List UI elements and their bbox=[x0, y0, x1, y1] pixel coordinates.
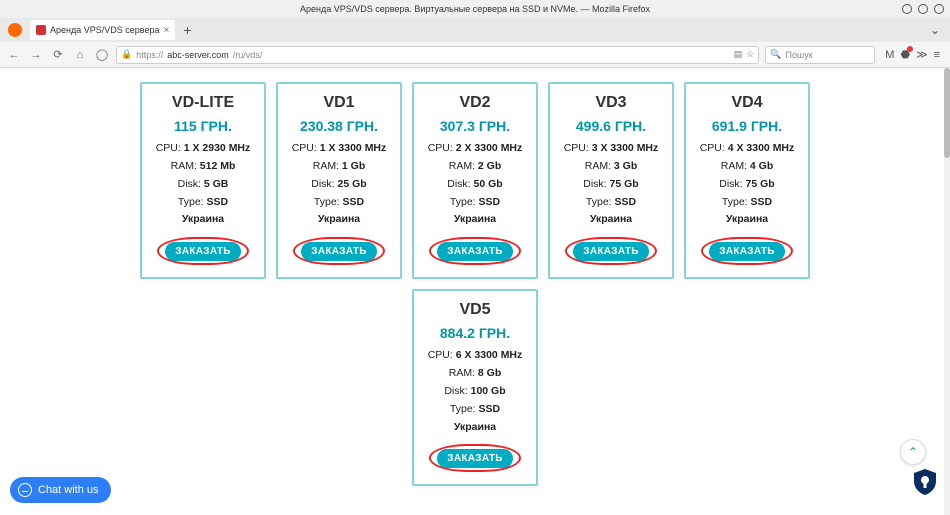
plan-name: VD2 bbox=[418, 94, 532, 112]
plan-price: 230.38 ГРН. bbox=[282, 118, 396, 134]
maximize-icon[interactable] bbox=[918, 4, 928, 14]
order-button[interactable]: ЗАКАЗАТЬ bbox=[437, 449, 513, 468]
plan-name: VD4 bbox=[690, 94, 804, 112]
extension-icon[interactable]: ⬣ bbox=[900, 48, 910, 61]
window-titlebar: Аренда VPS/VDS сервера. Виртуальные серв… bbox=[0, 0, 950, 18]
plan-card: VD5 884.2 ГРН. CPU: 6 X 3300 MHz RAM: 8 … bbox=[412, 289, 538, 486]
close-window-icon[interactable] bbox=[934, 4, 944, 14]
plan-card: VD-LITE 115 ГРН. CPU: 1 X 2930 MHz RAM: … bbox=[140, 82, 266, 279]
plan-specs: CPU: 1 X 2930 MHz RAM: 512 Mb Disk: 5 GB… bbox=[146, 140, 260, 229]
lock-icon: 🔒 bbox=[121, 49, 132, 60]
url-bar[interactable]: 🔒 https:// abc-server.com/ru/vds/ ▤ ☆ bbox=[116, 46, 759, 64]
order-highlight: ЗАКАЗАТЬ bbox=[157, 237, 249, 265]
search-bar[interactable]: 🔍 Пошук bbox=[765, 46, 875, 64]
tab-label: Аренда VPS/VDS сервера bbox=[50, 25, 159, 35]
plan-price: 499.6 ГРН. bbox=[554, 118, 668, 134]
scrollbar-thumb[interactable] bbox=[944, 68, 950, 158]
plan-card: VD4 691.9 ГРН. CPU: 4 X 3300 MHz RAM: 4 … bbox=[684, 82, 810, 279]
order-button[interactable]: ЗАКАЗАТЬ bbox=[437, 242, 513, 261]
reader-mode-icon[interactable]: ▤ bbox=[734, 49, 743, 60]
plan-card: VD1 230.38 ГРН. CPU: 1 X 3300 MHz RAM: 1… bbox=[276, 82, 402, 279]
order-highlight: ЗАКАЗАТЬ bbox=[429, 237, 521, 265]
chat-bubble-icon bbox=[18, 483, 32, 497]
window-title: Аренда VPS/VDS сервера. Виртуальные серв… bbox=[300, 4, 650, 14]
url-path: /ru/vds/ bbox=[233, 50, 263, 60]
plan-card: VD3 499.6 ГРН. CPU: 3 X 3300 MHz RAM: 3 … bbox=[548, 82, 674, 279]
plans-grid: VD-LITE 115 ГРН. CPU: 1 X 2930 MHz RAM: … bbox=[125, 82, 825, 486]
order-button[interactable]: ЗАКАЗАТЬ bbox=[709, 242, 785, 261]
bookmark-icon[interactable]: ☆ bbox=[746, 49, 754, 60]
search-icon: 🔍 bbox=[770, 49, 781, 60]
firefox-icon bbox=[8, 23, 22, 37]
tab-overflow-icon[interactable]: ⌄ bbox=[924, 23, 946, 37]
order-button[interactable]: ЗАКАЗАТЬ bbox=[165, 242, 241, 261]
notification-badge bbox=[907, 46, 913, 52]
plan-specs: CPU: 2 X 3300 MHz RAM: 2 Gb Disk: 50 Gb … bbox=[418, 140, 532, 229]
chat-label: Chat with us bbox=[38, 484, 99, 496]
plan-specs: CPU: 1 X 3300 MHz RAM: 1 Gb Disk: 25 Gb … bbox=[282, 140, 396, 229]
browser-tabbar: Аренда VPS/VDS сервера × + ⌄ bbox=[0, 18, 950, 42]
plan-name: VD1 bbox=[282, 94, 396, 112]
browser-navbar: ← → ⟳ ⌂ ◯ 🔒 https:// abc-server.com/ru/vd… bbox=[0, 42, 950, 68]
forward-button[interactable]: → bbox=[28, 47, 44, 63]
navbar-right-icons: M ⬣ ≫ ≡ bbox=[881, 48, 944, 61]
new-tab-button[interactable]: + bbox=[179, 22, 195, 38]
plan-specs: CPU: 3 X 3300 MHz RAM: 3 Gb Disk: 75 Gb … bbox=[554, 140, 668, 229]
menu-icon[interactable]: ≡ bbox=[934, 49, 940, 61]
order-highlight: ЗАКАЗАТЬ bbox=[293, 237, 385, 265]
search-placeholder: Пошук bbox=[786, 50, 813, 60]
security-shield-icon[interactable] bbox=[914, 469, 936, 501]
plan-name: VD-LITE bbox=[146, 94, 260, 112]
plan-card: VD2 307.3 ГРН. CPU: 2 X 3300 MHz RAM: 2 … bbox=[412, 82, 538, 279]
page-content: VD-LITE 115 ГРН. CPU: 1 X 2930 MHz RAM: … bbox=[0, 68, 950, 515]
plan-specs: CPU: 4 X 3300 MHz RAM: 4 Gb Disk: 75 Gb … bbox=[690, 140, 804, 229]
plan-price: 307.3 ГРН. bbox=[418, 118, 532, 134]
plan-name: VD5 bbox=[418, 301, 532, 319]
plan-price: 115 ГРН. bbox=[146, 118, 260, 134]
order-highlight: ЗАКАЗАТЬ bbox=[701, 237, 793, 265]
window-controls bbox=[902, 4, 944, 14]
minimize-icon[interactable] bbox=[902, 4, 912, 14]
order-highlight: ЗАКАЗАТЬ bbox=[565, 237, 657, 265]
tab-close-icon[interactable]: × bbox=[163, 25, 169, 36]
scroll-to-top-button[interactable]: ⌃ bbox=[900, 439, 926, 465]
browser-tab[interactable]: Аренда VPS/VDS сервера × bbox=[30, 20, 175, 40]
order-button[interactable]: ЗАКАЗАТЬ bbox=[573, 242, 649, 261]
plan-price: 884.2 ГРН. bbox=[418, 325, 532, 341]
url-prefix: https:// bbox=[136, 50, 163, 60]
order-button[interactable]: ЗАКАЗАТЬ bbox=[301, 242, 377, 261]
chat-widget-button[interactable]: Chat with us bbox=[10, 477, 111, 503]
url-host: abc-server.com bbox=[167, 50, 229, 60]
plan-price: 691.9 ГРН. bbox=[690, 118, 804, 134]
gmail-icon[interactable]: M bbox=[885, 49, 894, 61]
plan-specs: CPU: 6 X 3300 MHz RAM: 8 Gb Disk: 100 Gb… bbox=[418, 347, 532, 436]
shield-icon[interactable]: ◯ bbox=[94, 47, 110, 63]
reload-button[interactable]: ⟳ bbox=[50, 47, 66, 63]
overflow-icon[interactable]: ≫ bbox=[916, 48, 928, 61]
order-highlight: ЗАКАЗАТЬ bbox=[429, 444, 521, 472]
tab-favicon-icon bbox=[36, 25, 46, 35]
plan-name: VD3 bbox=[554, 94, 668, 112]
home-button[interactable]: ⌂ bbox=[72, 47, 88, 63]
back-button[interactable]: ← bbox=[6, 47, 22, 63]
